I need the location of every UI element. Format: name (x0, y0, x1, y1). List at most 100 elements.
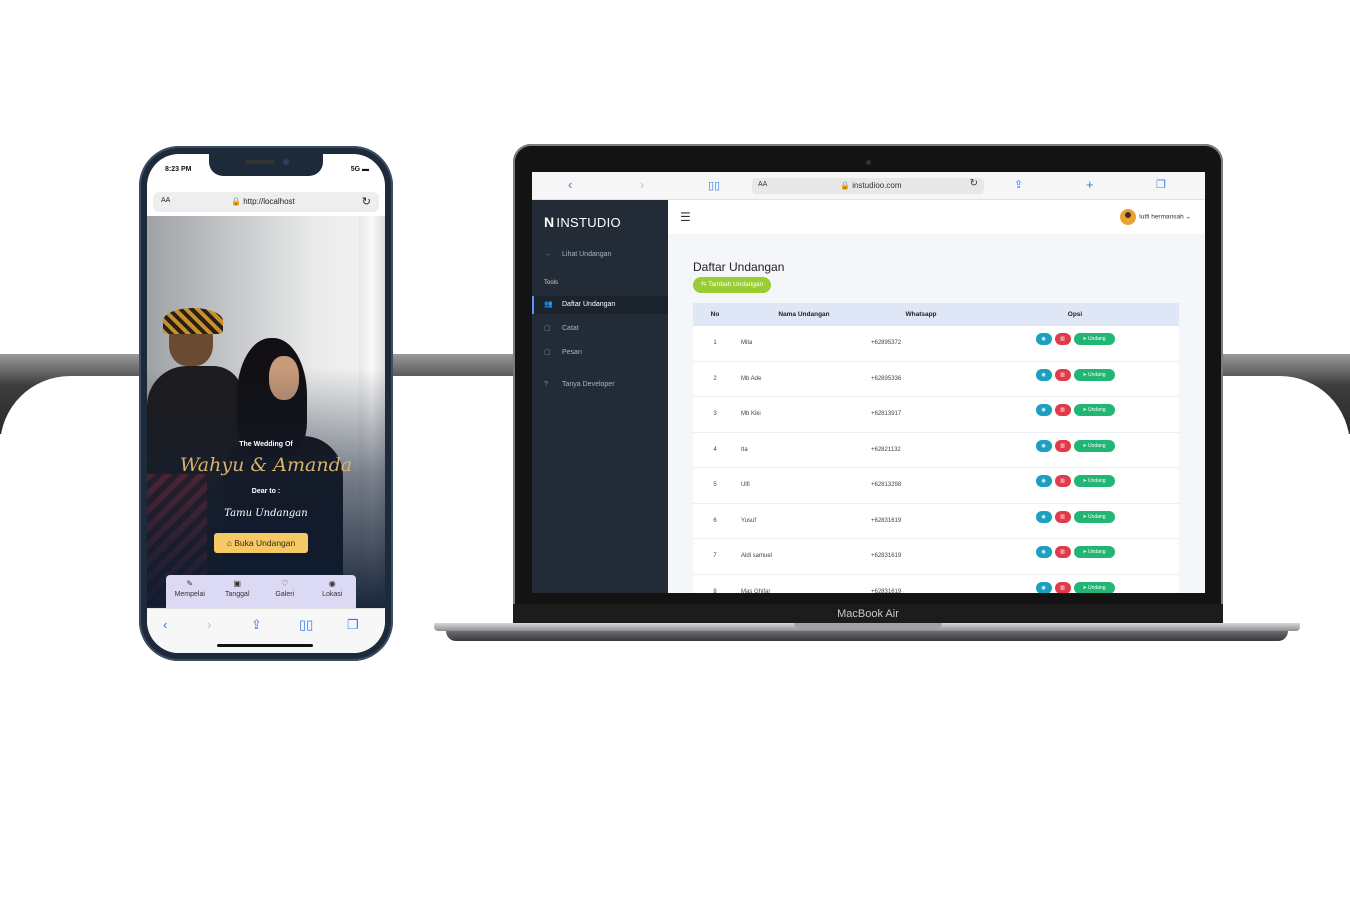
send-invite-button[interactable]: ➤ Undang (1073, 510, 1115, 523)
table-row: 4 Ita +62821132 ◉ ▥ ➤ Undang (693, 432, 1179, 468)
delete-button[interactable]: ▥ (1054, 439, 1071, 452)
nav-galeri[interactable]: ♡ Galeri (261, 575, 309, 609)
delete-button[interactable]: ▥ (1054, 333, 1071, 345)
open-invitation-button[interactable]: ⌂ Buka Undangan (214, 533, 308, 553)
nav-mempelai[interactable]: ✎ Mempelai (166, 575, 214, 609)
share-icon[interactable]: ⇪ (1014, 178, 1023, 191)
wedding-of-label: The Wedding Of (239, 441, 293, 448)
cell-no: 3 (713, 411, 717, 418)
view-button[interactable]: ◉ (1035, 368, 1052, 381)
cell-no: 1 (713, 340, 717, 347)
view-button[interactable]: ◉ (1035, 510, 1052, 523)
table-row: 8 Mas Ghifar +62831619 ◉ ▥ ➤ Undang (693, 574, 1179, 593)
table-row: 6 Yusuf +62831619 ◉ ▥ ➤ Undang (693, 503, 1179, 539)
nav-lokasi[interactable]: ◉ Lokasi (309, 575, 357, 609)
invitation-cover: The Wedding Of Wahyu & Amanda Dear to : … (147, 216, 385, 608)
sidebar-item-catat[interactable]: ▢ Catat (532, 320, 668, 338)
laptop-address-bar[interactable]: AA 🔒 instudioo.com ↻ (752, 178, 984, 194)
table-header: No Nama Undangan Whatsapp Opsi (693, 303, 1179, 326)
delete-button[interactable]: ▥ (1054, 510, 1071, 523)
redaction-mask (913, 432, 959, 467)
delete-button[interactable]: ▥ (1054, 368, 1071, 381)
location-icon: ◉ (328, 579, 336, 588)
cell-options: ◉ ▥ ➤ Undang (971, 433, 1179, 468)
view-button[interactable]: ◉ (1035, 439, 1052, 452)
cell-name: Ulfi (741, 482, 750, 489)
brand-logo[interactable]: N INSTUDIO (544, 214, 621, 230)
send-invite-button[interactable]: ➤ Undang (1073, 368, 1115, 381)
redaction-mask (913, 574, 959, 593)
bookmarks-icon[interactable]: ▯▯ (708, 179, 720, 192)
forward-icon[interactable]: › (207, 617, 211, 632)
delete-button[interactable]: ▥ (1054, 546, 1071, 558)
redaction-mask (913, 361, 959, 396)
reload-icon[interactable]: ↻ (970, 178, 978, 189)
back-icon[interactable]: ‹ (568, 177, 572, 192)
send-invite-button[interactable]: ➤ Undang (1073, 546, 1115, 558)
cell-options: ◉ ▥ ➤ Undang (971, 326, 1179, 361)
cell-name: Aldi samuel (741, 553, 773, 560)
tabs-icon[interactable]: ❐ (347, 617, 359, 633)
send-invite-button[interactable]: ➤ Undang (1073, 581, 1115, 593)
text-size-button[interactable]: AA (161, 197, 170, 204)
send-invite-button[interactable]: ➤ Undang (1073, 439, 1115, 452)
share-icon[interactable]: ⇪ (251, 617, 262, 633)
sidebar-item-daftar-undangan[interactable]: 👥 Daftar Undangan (532, 296, 668, 314)
cell-options: ◉ ▥ ➤ Undang (971, 504, 1179, 539)
delete-button[interactable]: ▥ (1054, 475, 1071, 487)
dear-to-label: Dear to : (251, 488, 281, 495)
view-button[interactable]: ◉ (1035, 546, 1052, 558)
table-row: 3 Mb Kiki +62813917 ◉ ▥ ➤ Undang (693, 397, 1179, 433)
send-invite-button[interactable]: ➤ Undang (1073, 475, 1115, 487)
avatar (1120, 209, 1137, 225)
phone-address-bar[interactable]: AA 🔒 http://localhost ↻ (153, 192, 379, 212)
nav-tanggal[interactable]: ▣ Tanggal (214, 575, 262, 609)
cell-name: Mb Ade (741, 375, 762, 382)
sidebar-item-lihat-undangan[interactable]: → Lihat Undangan (532, 246, 668, 264)
view-button[interactable]: ◉ (1035, 581, 1052, 593)
forward-icon[interactable]: › (640, 177, 644, 192)
phone-device: 8:23 PM 5G ▬ AA 🔒 http://localhost ↻ The… (139, 146, 393, 661)
message-icon: ▢ (544, 349, 551, 356)
tabs-icon[interactable]: ❐ (1156, 178, 1166, 191)
table-row: 7 Aldi samuel +62831619 ◉ ▥ ➤ Undang (693, 539, 1179, 575)
sidebar-item-pesan[interactable]: ▢ Pesan (532, 344, 668, 362)
redaction-mask (913, 539, 959, 574)
new-tab-icon[interactable]: + (1086, 177, 1094, 192)
cell-options: ◉ ▥ ➤ Undang (971, 539, 1179, 574)
sidebar-item-tanya-developer[interactable]: ? Tanya Developer (532, 376, 668, 394)
delete-button[interactable]: ▥ (1054, 581, 1071, 593)
view-button[interactable]: ◉ (1035, 404, 1052, 416)
cell-options: ◉ ▥ ➤ Undang (971, 362, 1179, 397)
cell-name: Mb Kiki (741, 411, 761, 418)
rings-icon: ✎ (186, 579, 194, 588)
header-name: Nama Undangan (778, 311, 830, 318)
sidebar: N INSTUDIO → Lihat Undangan Tools 👥 Daftar … (532, 200, 668, 593)
laptop-screen: ‹ › ▯▯ AA 🔒 instudioo.com ↻ ⇪ + ❐ N INSTU… (532, 172, 1205, 593)
text-size-button[interactable]: AA (758, 181, 767, 188)
view-button[interactable]: ◉ (1035, 475, 1052, 487)
redaction-mask (913, 326, 959, 361)
table-row: 2 Mb Ade +62895336 ◉ ▥ ➤ Undang (693, 361, 1179, 397)
header-no: No (710, 311, 720, 318)
status-signal: 5G ▬ (350, 166, 369, 173)
back-icon[interactable]: ‹ (163, 617, 167, 632)
redaction-mask (913, 468, 959, 503)
add-invitation-button[interactable]: ⇆ Tambah Undangan (693, 277, 772, 293)
cell-name: Yusuf (741, 517, 757, 524)
bookmarks-icon[interactable]: ▯▯ (299, 617, 313, 633)
send-invite-button[interactable]: ➤ Undang (1073, 333, 1115, 345)
cell-name: Mita (741, 340, 753, 347)
cell-options: ◉ ▥ ➤ Undang (971, 468, 1179, 503)
view-button[interactable]: ◉ (1035, 333, 1052, 345)
question-icon: ? (544, 381, 548, 388)
send-invite-button[interactable]: ➤ Undang (1073, 404, 1115, 416)
cell-options: ◉ ▥ ➤ Undang (971, 575, 1179, 593)
couple-names: Wahyu & Amanda (179, 454, 353, 476)
delete-button[interactable]: ▥ (1054, 404, 1071, 416)
user-menu[interactable]: lutfi hermansah ⌄ (1120, 209, 1191, 225)
menu-icon[interactable]: ☰ (680, 210, 691, 224)
reload-icon[interactable]: ↻ (362, 195, 371, 208)
laptop-model-label: MacBook Air (837, 608, 899, 620)
laptop-url: 🔒 instudioo.com (840, 181, 902, 190)
